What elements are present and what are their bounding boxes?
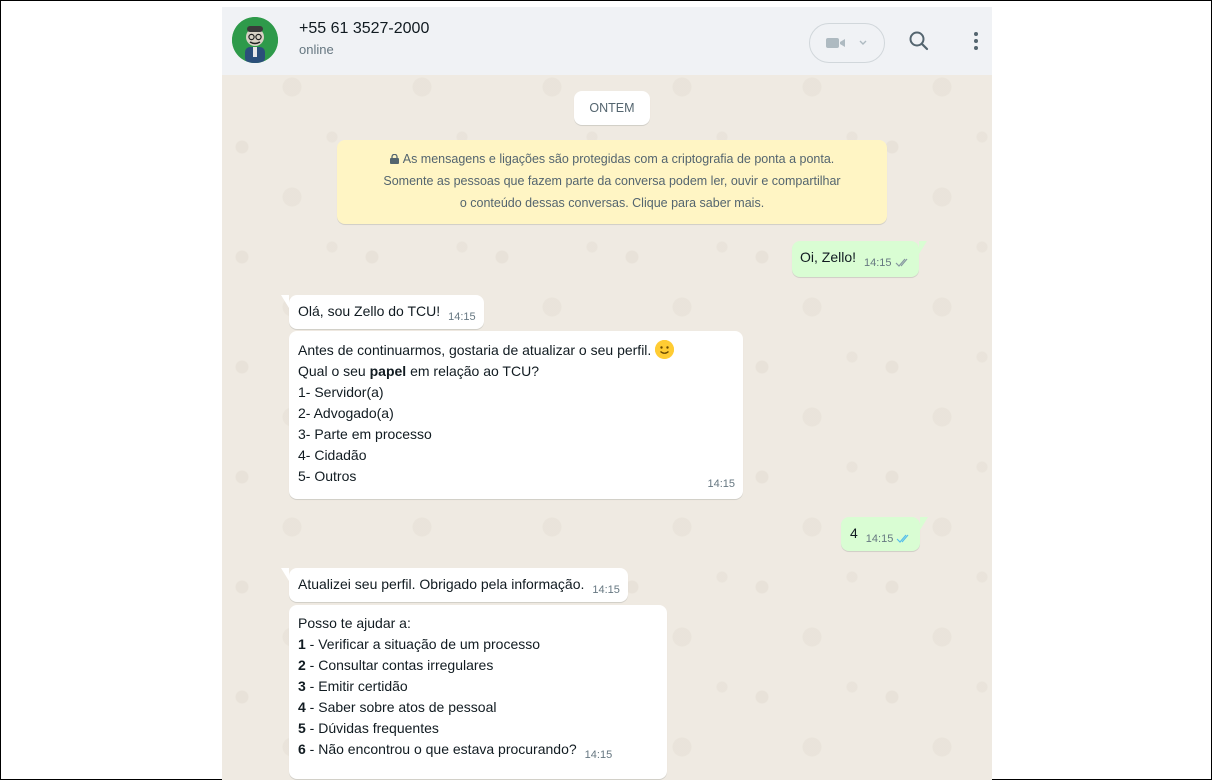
menu-option-1: 1 - Verificar a situação de um processo [298,636,541,652]
message-text: Olá, sou Zello do TCU! [298,303,441,319]
option-item: 2- Advogado(a) [298,405,394,421]
message-time: 14:15 [707,478,735,490]
menu-option-2: 2 - Consultar contas irregulares [298,657,494,673]
read-ticks-icon [895,258,908,267]
chat-header[interactable]: +55 61 3527-2000 online [222,7,992,75]
option-item: 1- Servidor(a) [298,384,384,400]
encryption-notice[interactable]: As mensagens e ligações são protegidas c… [337,140,887,224]
message-bubble-outgoing[interactable]: 4 14:15 [841,517,929,551]
message-bubble-incoming[interactable]: Antes de continuarmos, gostaria de atual… [289,331,743,499]
menu-option-6: 6 - Não encontrou o que estava procurand… [298,741,613,761]
video-call-button[interactable] [809,23,885,63]
smiley-emoji-icon [655,340,675,359]
message-bubble-incoming[interactable]: Atualizei seu perfil. Obrigado pela info… [281,568,628,602]
contact-info[interactable]: +55 61 3527-2000 online [299,20,429,57]
message-bubble-incoming[interactable]: Olá, sou Zello do TCU! 14:15 [281,295,484,329]
menu-option-4: 4 - Saber sobre atos de pessoal [298,699,497,715]
message-time: 14:15 [584,749,613,761]
option-item: 3- Parte em processo [298,426,432,442]
message-text: Oi, Zello! [800,249,857,265]
encryption-notice-text1: As mensagens e ligações são protegidas c… [402,152,835,166]
chevron-down-icon [859,40,867,45]
encryption-notice-line2: Somente as pessoas que fazem parte da co… [383,174,841,188]
contact-status: online [299,42,334,57]
search-button[interactable] [905,27,933,55]
message-text: 4 [850,525,858,541]
search-icon [909,31,929,51]
message-line: Antes de continuarmos, gostaria de atual… [298,340,734,361]
contact-name: +55 61 3527-2000 [299,20,430,37]
option-item: 5- Outros [298,468,357,484]
video-call-icon [826,38,845,48]
menu-button[interactable] [966,27,986,55]
message-time: 14:15 [864,257,911,269]
chat-panel: +55 61 3527-2000 online ONTEM As mensage… [222,7,992,780]
message-time: 14:15 [448,311,476,323]
message-bubble-outgoing[interactable]: Oi, Zello! 14:15 [792,241,927,277]
encryption-notice-line3: o conteúdo dessas conversas. Clique para… [459,196,765,210]
avatar[interactable] [232,17,278,63]
date-separator: ONTEM [574,91,650,125]
option-item: 4- Cidadão [298,447,367,463]
message-time: 14:15 [592,584,620,596]
message-bubble-incoming[interactable]: Posso te ajudar a: 1 - Verificar a situa… [289,605,667,779]
menu-option-5: 5 - Dúvidas frequentes [298,720,439,736]
message-text: Atualizei seu perfil. Obrigado pela info… [298,576,585,592]
message-line: Qual o seu papel em relação ao TCU? [298,363,539,379]
encryption-notice-line1: As mensagens e ligações são protegidas c… [337,148,887,170]
lock-icon [389,149,399,164]
message-time: 14:15 [866,533,913,545]
menu-option-3: 3 - Emitir certidão [298,678,408,694]
read-ticks-icon [896,534,909,543]
message-line: Posso te ajudar a: [298,615,411,631]
avatar-image [232,17,278,63]
menu-icon [974,32,978,50]
